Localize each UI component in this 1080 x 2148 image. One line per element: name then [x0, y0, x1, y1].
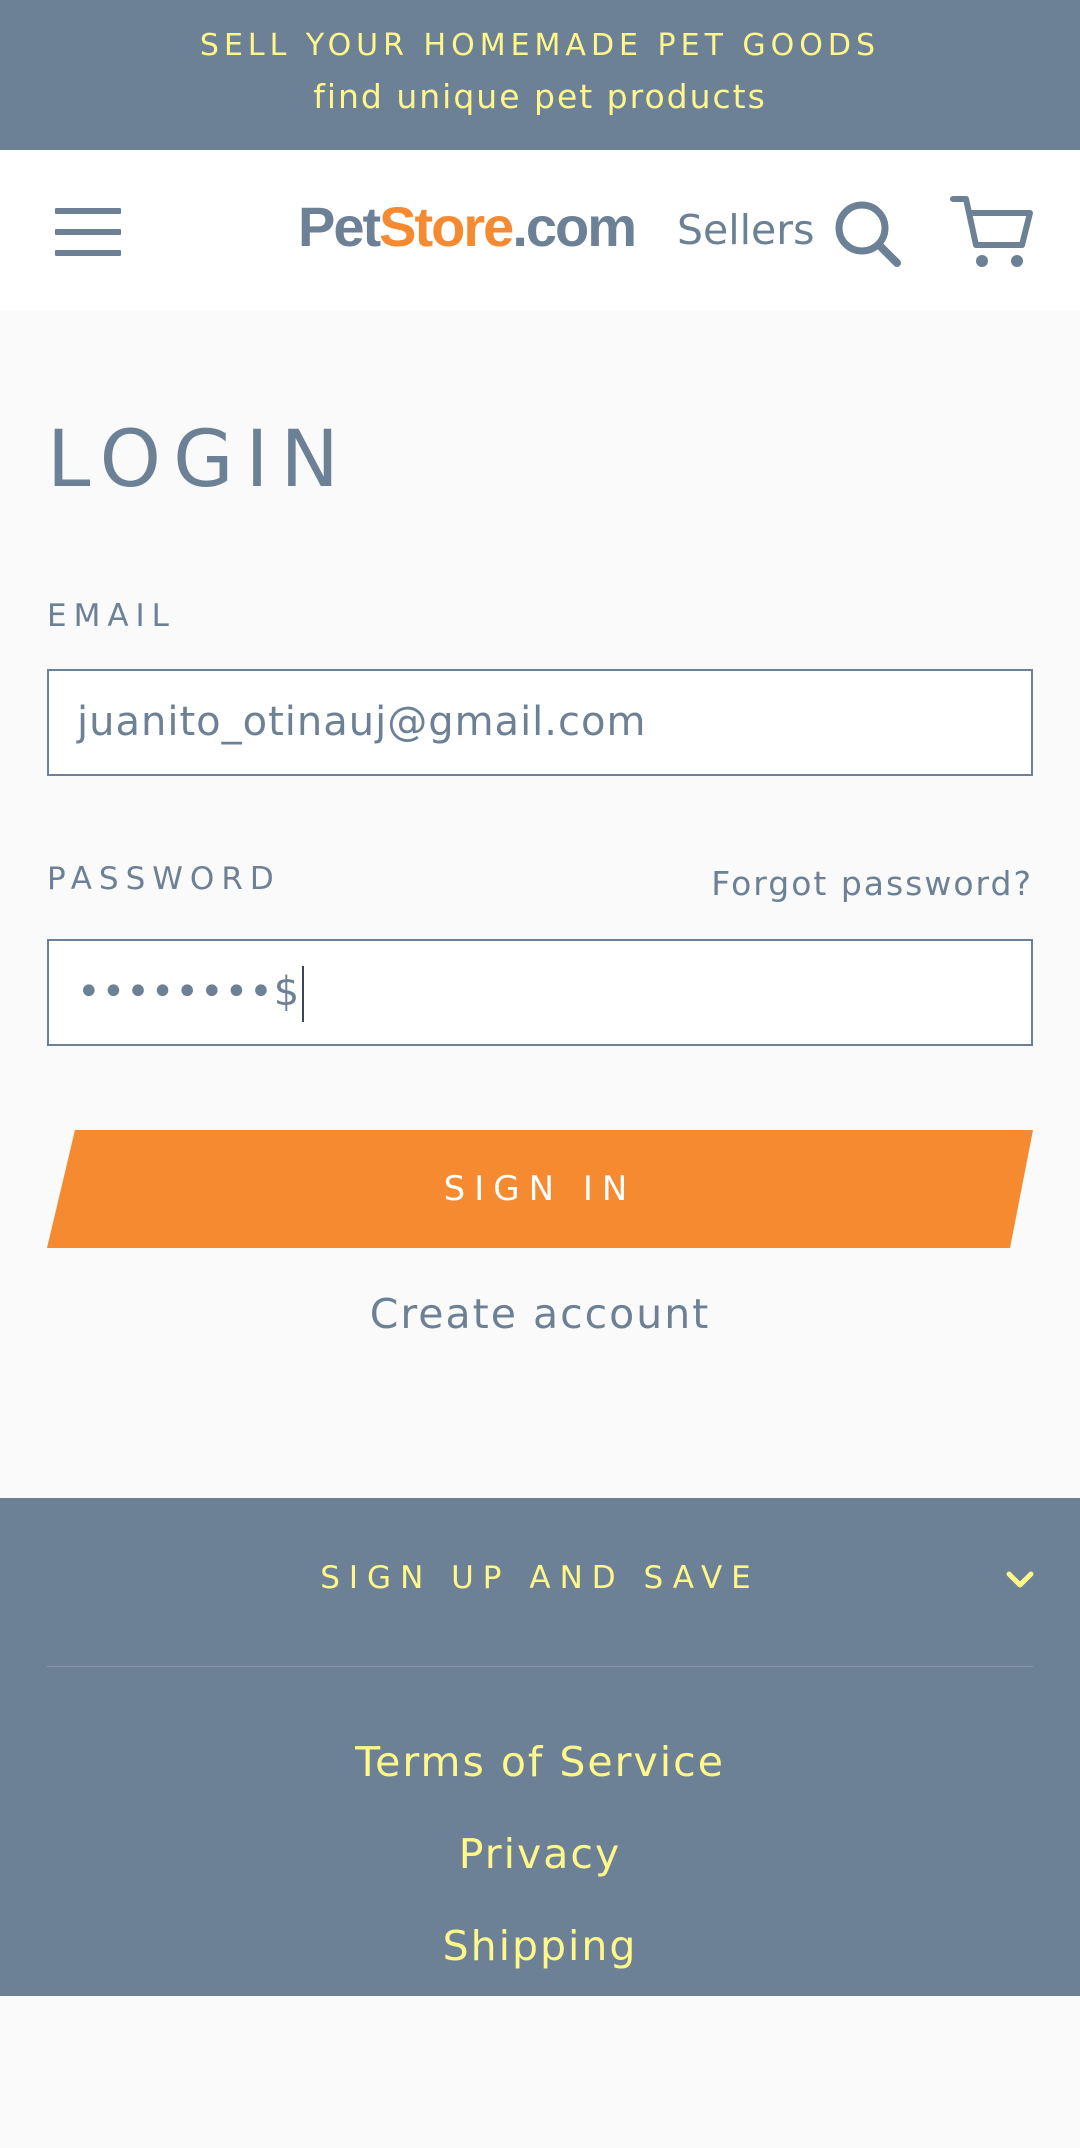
sign-in-button[interactable]: SIGN IN: [47, 1130, 1033, 1248]
site-footer: SIGN UP AND SAVE Terms of Service Privac…: [0, 1498, 1080, 1996]
page-title: LOGIN: [47, 415, 351, 505]
chevron-down-icon[interactable]: [1005, 1568, 1035, 1592]
site-header: PetStore.com Sellers: [0, 150, 1080, 310]
password-label: PASSWORD: [47, 861, 281, 897]
announcement-subline: find unique pet products: [313, 77, 767, 116]
text-caret: [302, 966, 305, 1022]
privacy-link[interactable]: Privacy: [0, 1830, 1080, 1878]
signup-toggle[interactable]: SIGN UP AND SAVE: [0, 1560, 1080, 1596]
email-label: EMAIL: [47, 598, 176, 634]
logo-part-com: .com: [512, 195, 637, 258]
email-field-value: juanito_otinauj@gmail.com: [77, 699, 647, 745]
sellers-link[interactable]: Sellers: [677, 206, 814, 254]
logo-part-store: Store: [379, 195, 514, 258]
logo-part-pet: Pet: [298, 195, 381, 258]
password-field[interactable]: ••••••••$: [47, 939, 1033, 1046]
forgot-password-link[interactable]: Forgot password?: [711, 864, 1033, 903]
cart-icon[interactable]: [950, 193, 1035, 273]
password-field-value: ••••••••$: [77, 969, 301, 1015]
hamburger-icon[interactable]: [55, 208, 121, 256]
search-icon[interactable]: [832, 198, 902, 268]
email-field[interactable]: juanito_otinauj@gmail.com: [47, 669, 1033, 776]
announcement-headline: SELL YOUR HOMEMADE PET GOODS: [199, 28, 881, 63]
sign-in-label: SIGN IN: [443, 1169, 637, 1209]
create-account-link[interactable]: Create account: [0, 1290, 1080, 1338]
footer-divider: [47, 1666, 1033, 1667]
site-logo[interactable]: PetStore.com: [298, 192, 637, 262]
announcement-bar: SELL YOUR HOMEMADE PET GOODS find unique…: [0, 0, 1080, 150]
shipping-link[interactable]: Shipping: [0, 1922, 1080, 1970]
terms-link[interactable]: Terms of Service: [0, 1738, 1080, 1786]
